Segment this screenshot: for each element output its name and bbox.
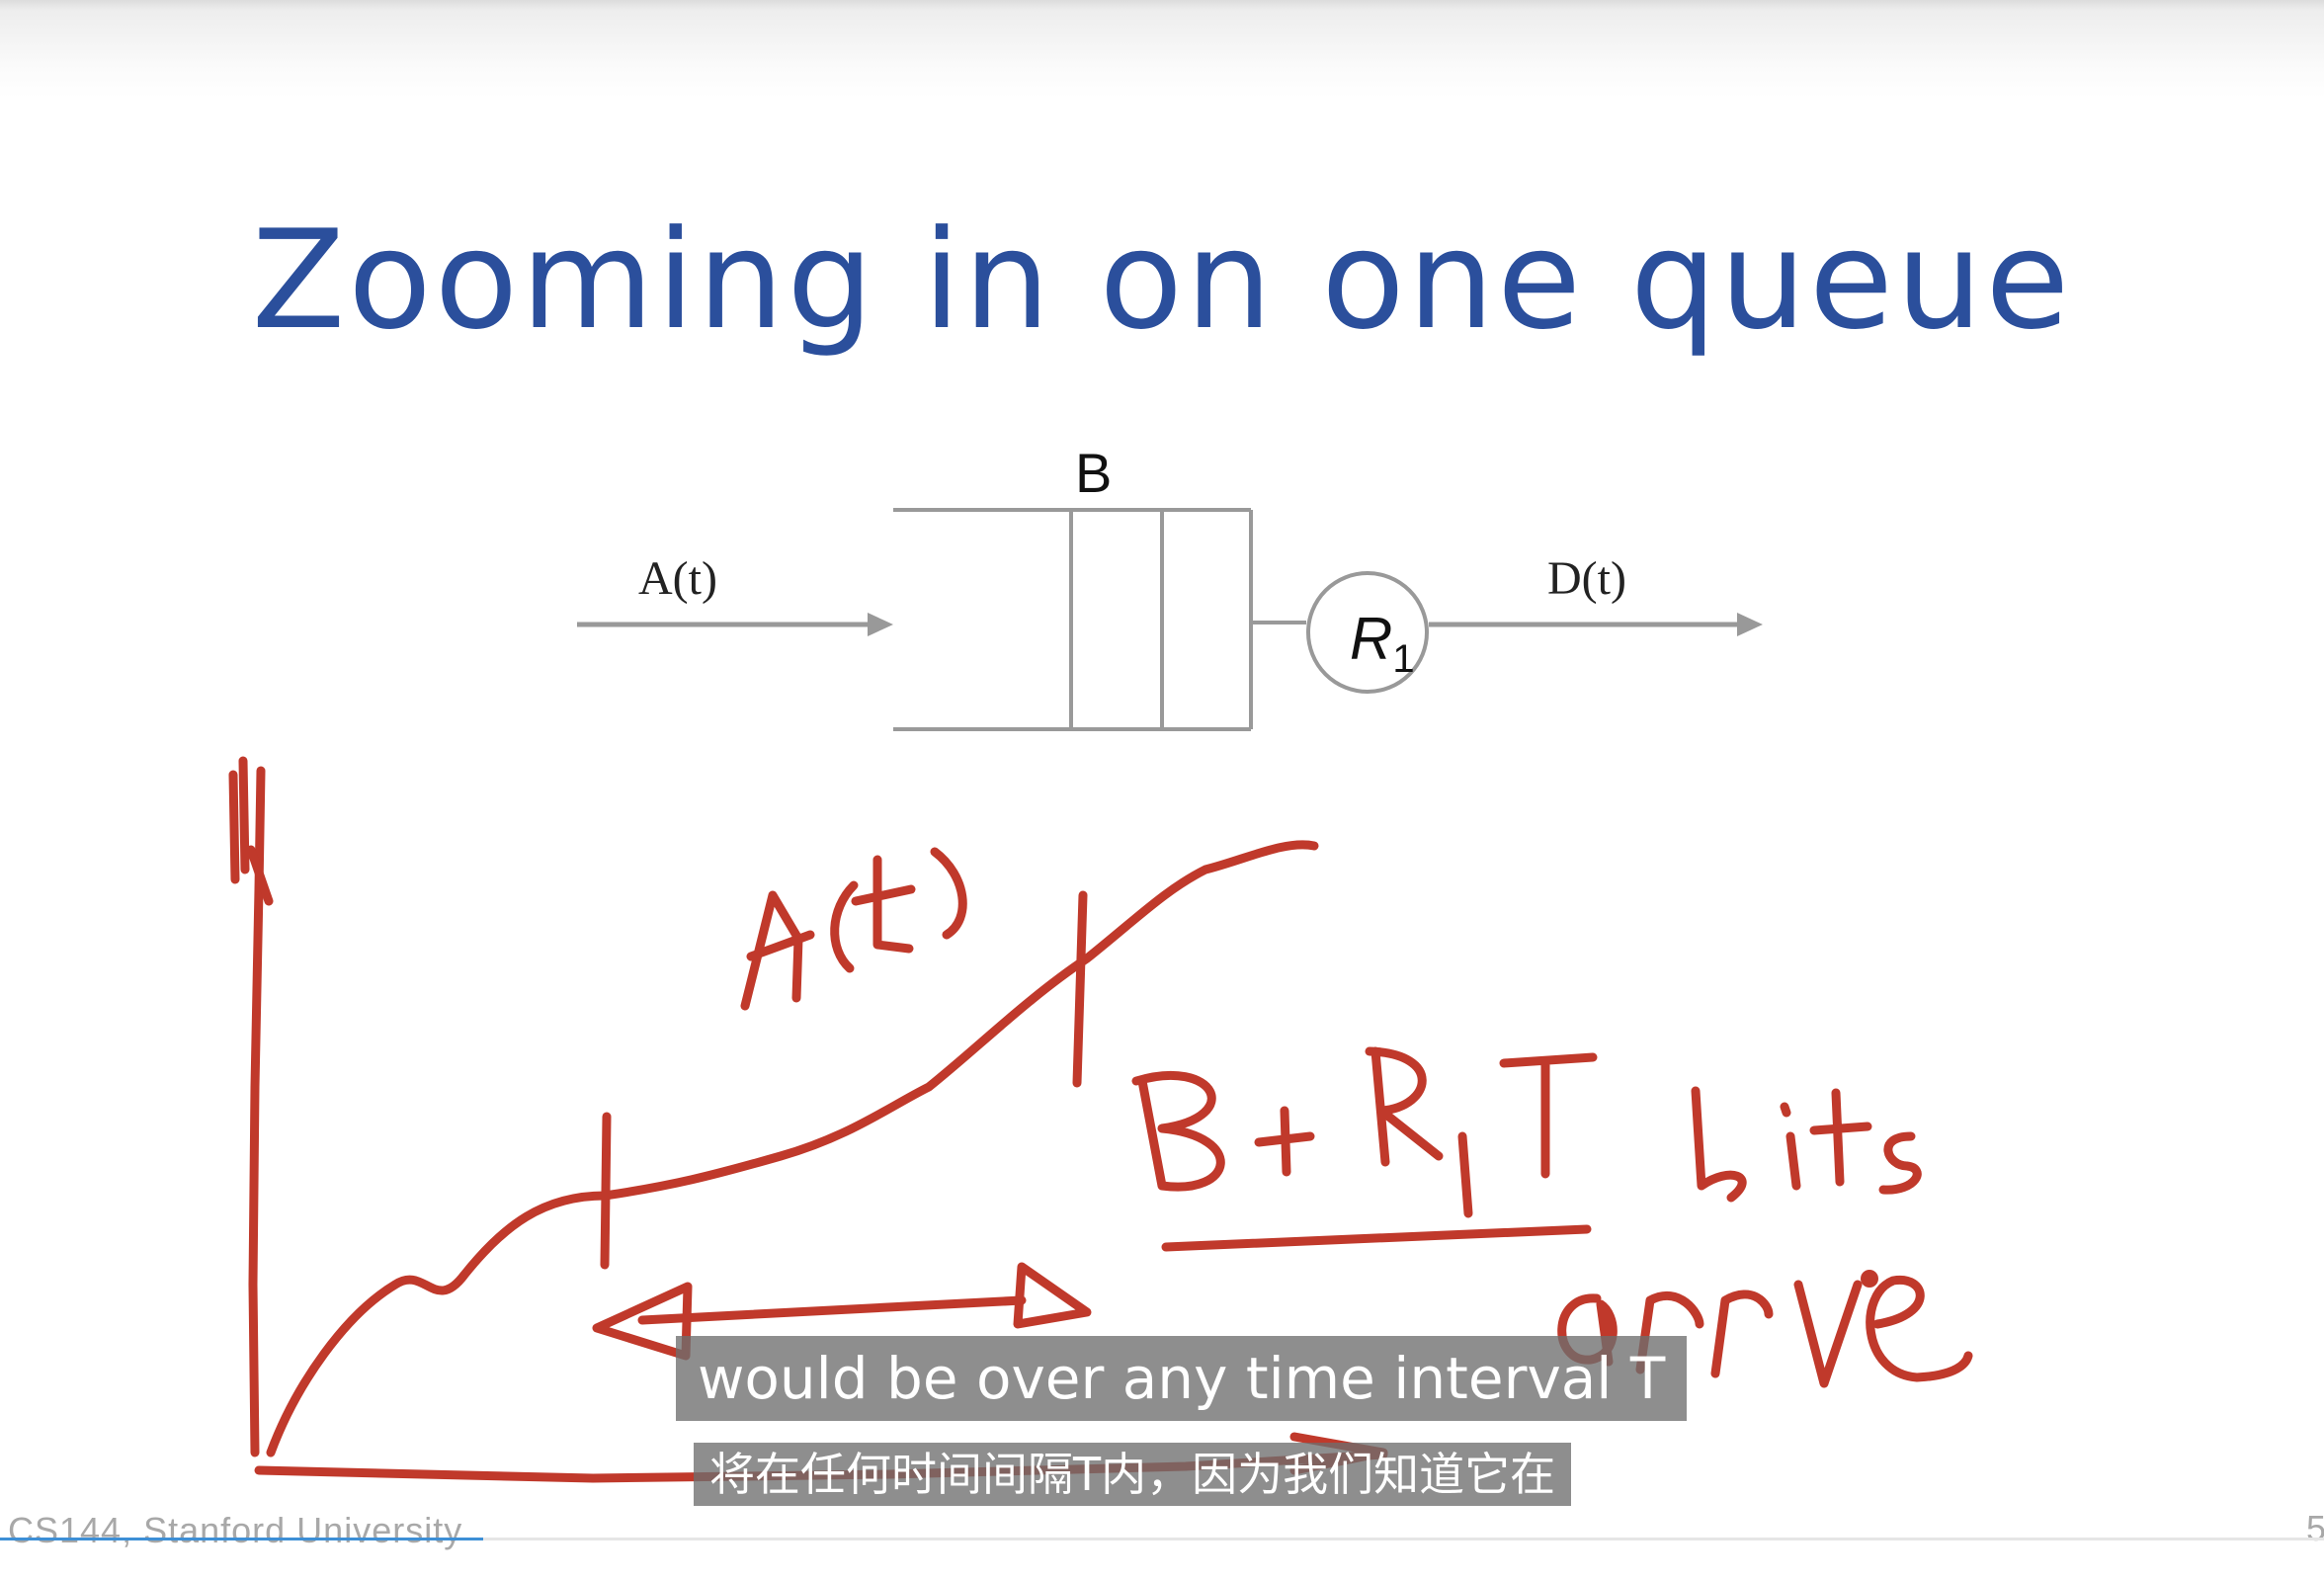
ink-word-R — [1365, 1046, 1444, 1167]
video-progress-bar[interactable] — [0, 1538, 2324, 1540]
ink-word-bits — [1691, 1086, 1922, 1203]
ink-dot — [1861, 1270, 1878, 1288]
ink-tick-left — [600, 1112, 612, 1270]
video-progress-fill — [0, 1538, 484, 1540]
ink-word-paren-close — [930, 847, 967, 940]
slide-page-number: 5 — [2306, 1508, 2324, 1548]
ink-word-A — [740, 890, 815, 1011]
ink-underline — [1161, 1224, 1592, 1252]
ink-word-T — [1499, 1052, 1598, 1179]
subtitle-english: would be over any time interval T — [676, 1336, 1688, 1421]
slide-footer: CS144, Stanford University — [8, 1510, 463, 1550]
ink-word-B — [1131, 1070, 1225, 1192]
ink-word-paren-open — [830, 880, 859, 973]
ink-word-plus — [1254, 1106, 1315, 1177]
ink-interval-right-head — [1013, 1262, 1092, 1329]
ink-interval-arrow — [637, 1295, 1027, 1325]
subtitle-chinese: 将在任何时间间隔T内，因为我们知道它在 — [694, 1443, 1572, 1506]
ink-tick-right — [1072, 890, 1088, 1088]
ink-word-sub1 — [1457, 1131, 1473, 1218]
ink-word-t — [851, 855, 916, 954]
